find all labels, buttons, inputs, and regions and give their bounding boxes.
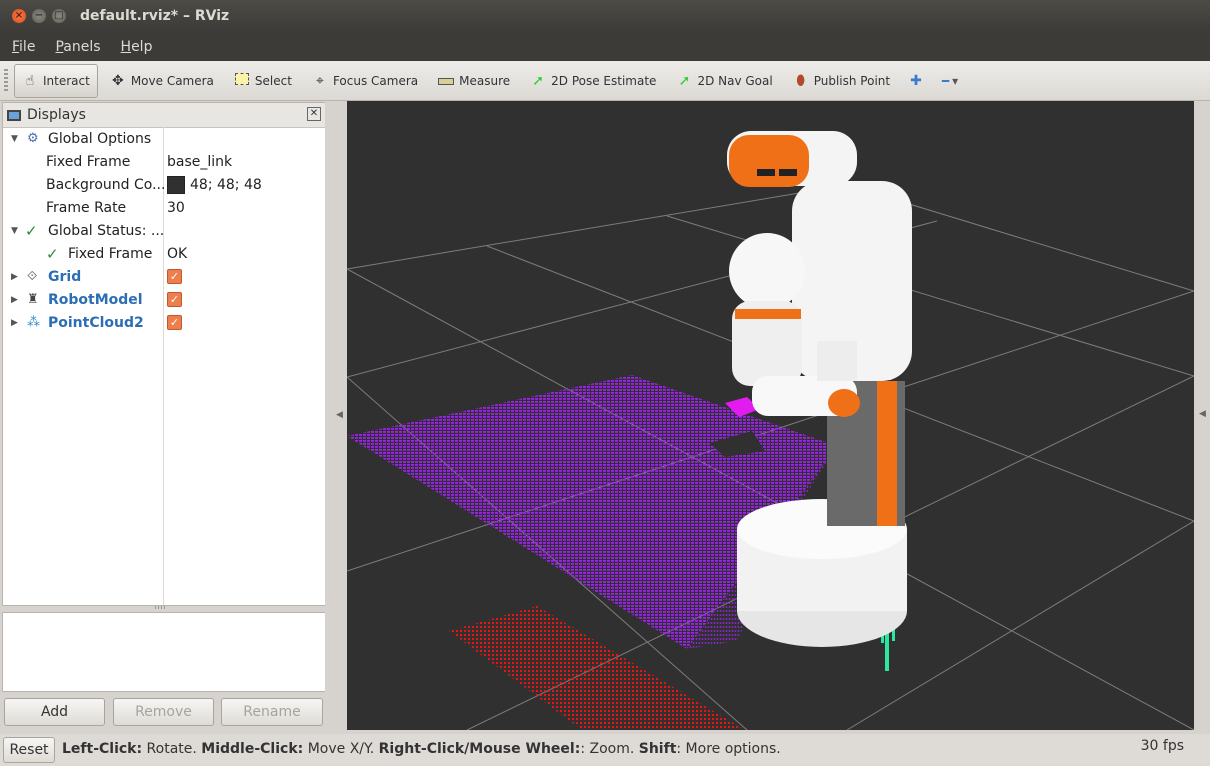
expand-arrow-icon[interactable]: ▼ bbox=[11, 226, 18, 236]
tree-row-status-fixed-frame[interactable]: ✓ Fixed Frame OK bbox=[3, 242, 325, 265]
frame-rate-value[interactable]: 30 bbox=[167, 200, 185, 216]
plus-icon: ✚ bbox=[910, 72, 922, 89]
3d-scene[interactable] bbox=[347, 101, 1194, 730]
minimize-window-button[interactable]: − bbox=[32, 9, 46, 23]
hand-icon: ☝ bbox=[25, 72, 35, 89]
grid-enabled-checkbox[interactable]: ✓ bbox=[167, 269, 182, 284]
add-display-button[interactable]: Add bbox=[4, 698, 105, 726]
fixed-frame-value[interactable]: base_link bbox=[167, 154, 232, 170]
pointcloud2-enabled-checkbox[interactable]: ✓ bbox=[167, 315, 182, 330]
tool-focus-camera[interactable]: ⌖ Focus Camera bbox=[304, 64, 426, 98]
tool-publish-point[interactable]: ⬮ Publish Point bbox=[785, 64, 898, 98]
global-options-label: Global Options bbox=[48, 130, 152, 147]
color-swatch[interactable] bbox=[167, 175, 185, 194]
remove-tool-button[interactable]: ━ ▾ bbox=[934, 64, 966, 98]
expand-arrow-icon[interactable]: ▼ bbox=[11, 134, 18, 144]
robot-icon: ♜ bbox=[27, 292, 39, 307]
tool-select[interactable]: Select bbox=[226, 64, 300, 98]
menu-help[interactable]: Help bbox=[113, 39, 161, 55]
chevron-down-icon: ▾ bbox=[952, 73, 959, 88]
tree-row-grid[interactable]: ▶ ⟐ Grid ✓ bbox=[3, 265, 325, 288]
collapse-left-arrow-icon[interactable]: ◀ bbox=[336, 410, 343, 420]
global-status-label: Global Status: ... bbox=[48, 222, 165, 239]
right-dock-splitter[interactable]: ◀ bbox=[1194, 101, 1210, 730]
ruler-icon bbox=[438, 73, 455, 89]
add-tool-button[interactable]: ✚ bbox=[902, 64, 930, 98]
left-dock-splitter[interactable]: ◀ bbox=[325, 102, 346, 730]
pointcloud2-label: PointCloud2 bbox=[48, 314, 144, 331]
robot-model bbox=[727, 131, 912, 647]
fixed-frame-label: Fixed Frame bbox=[46, 153, 131, 170]
window-title: default.rviz* – RViz bbox=[80, 8, 230, 24]
tree-row-fixed-frame[interactable]: Fixed Frame base_link bbox=[3, 150, 325, 173]
collapse-right-arrow-icon[interactable]: ◀ bbox=[1199, 409, 1206, 419]
tool-move-camera[interactable]: ✥ Move Camera bbox=[102, 64, 222, 98]
tool-interact[interactable]: ☝ Interact bbox=[14, 63, 98, 98]
displays-panel-title: Displays bbox=[27, 107, 86, 123]
panel-splitter-handle[interactable] bbox=[155, 606, 167, 609]
close-panel-button[interactable]: ✕ bbox=[307, 107, 321, 121]
tree-row-frame-rate[interactable]: Frame Rate 30 bbox=[3, 196, 325, 219]
mouse-hint-text: Left-Click: Rotate. Middle-Click: Move X… bbox=[62, 741, 781, 757]
tree-row-background-color[interactable]: Background Co... 48; 48; 48 bbox=[3, 173, 325, 196]
fps-readout: 30 fps bbox=[1140, 738, 1184, 754]
tool-2d-pose-estimate[interactable]: ➚ 2D Pose Estimate bbox=[522, 64, 664, 98]
checkmark-icon: ✓ bbox=[46, 244, 59, 263]
move-icon: ✥ bbox=[111, 72, 124, 89]
toolbar-grip[interactable] bbox=[4, 68, 8, 93]
background-color-text: 48; 48; 48 bbox=[190, 176, 262, 193]
robotmodel-enabled-checkbox[interactable]: ✓ bbox=[167, 292, 182, 307]
reset-button[interactable]: Reset bbox=[3, 737, 55, 763]
robotmodel-label: RobotModel bbox=[48, 291, 143, 308]
menu-file[interactable]: File bbox=[4, 39, 43, 55]
displays-panel: Displays ✕ ▼ ⚙ Global Options Fixed Fram… bbox=[2, 102, 326, 606]
remove-display-button[interactable]: Remove bbox=[113, 698, 214, 726]
tool-measure[interactable]: Measure bbox=[430, 64, 518, 98]
tree-row-global-options[interactable]: ▼ ⚙ Global Options bbox=[3, 127, 325, 150]
monitor-icon bbox=[7, 109, 21, 121]
select-box-icon bbox=[234, 72, 250, 89]
green-arrow-icon: ➚ bbox=[678, 72, 691, 89]
gear-icon: ⚙ bbox=[27, 131, 39, 146]
tool-2d-nav-goal[interactable]: ➚ 2D Nav Goal bbox=[668, 64, 780, 98]
tool-toolbar: ☝ Interact ✥ Move Camera Select ⌖ Focus Cam… bbox=[0, 61, 1210, 101]
tree-row-robotmodel[interactable]: ▶ ♜ RobotModel ✓ bbox=[3, 288, 325, 311]
displays-tree: ▼ ⚙ Global Options Fixed Frame base_link… bbox=[3, 127, 325, 334]
displays-panel-header: Displays ✕ bbox=[3, 103, 325, 128]
grid-icon: ⟐ bbox=[27, 269, 38, 284]
tree-row-pointcloud2[interactable]: ▶ ⁂ PointCloud2 ✓ bbox=[3, 311, 325, 334]
property-description-area bbox=[2, 612, 326, 692]
expand-arrow-icon[interactable]: ▶ bbox=[11, 318, 18, 328]
pointcloud-icon: ⁂ bbox=[27, 315, 40, 330]
title-bar: × − □ default.rviz* – RViz bbox=[0, 0, 1210, 32]
status-fixed-frame-label: Fixed Frame bbox=[68, 245, 153, 262]
map-pin-icon: ⬮ bbox=[796, 72, 806, 89]
menu-panels[interactable]: Panels bbox=[47, 39, 108, 55]
frame-rate-label: Frame Rate bbox=[46, 199, 127, 216]
status-fixed-frame-value: OK bbox=[167, 245, 188, 262]
menu-bar: File Panels Help bbox=[0, 32, 1210, 61]
close-window-button[interactable]: × bbox=[12, 9, 26, 23]
focus-icon: ⌖ bbox=[316, 72, 324, 89]
status-bar: Reset Left-Click: Rotate. Middle-Click: … bbox=[0, 734, 1210, 766]
checkmark-icon: ✓ bbox=[25, 221, 38, 240]
expand-arrow-icon[interactable]: ▶ bbox=[11, 295, 18, 305]
minus-icon: ━ bbox=[941, 73, 950, 88]
green-arrow-icon: ➚ bbox=[532, 72, 544, 89]
maximize-window-button[interactable]: □ bbox=[52, 9, 66, 23]
background-color-value[interactable]: 48; 48; 48 bbox=[167, 175, 262, 194]
3d-render-viewport[interactable] bbox=[347, 101, 1194, 730]
rename-display-button[interactable]: Rename bbox=[221, 698, 323, 726]
tree-row-global-status[interactable]: ▼ ✓ Global Status: ... bbox=[3, 219, 325, 242]
expand-arrow-icon[interactable]: ▶ bbox=[11, 272, 18, 282]
grid-label: Grid bbox=[48, 268, 82, 285]
background-color-label: Background Co... bbox=[46, 176, 166, 193]
